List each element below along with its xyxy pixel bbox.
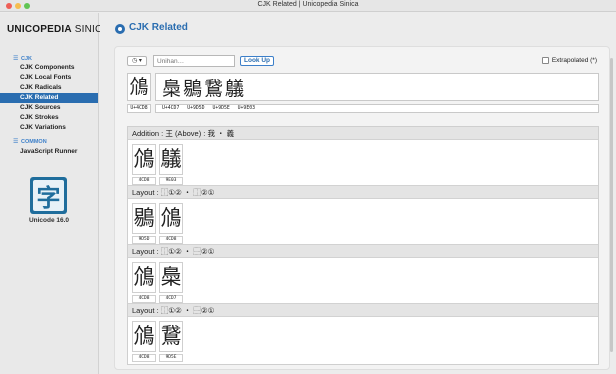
list-icon: ☰: [13, 56, 19, 62]
look-up-button[interactable]: Look Up: [240, 56, 274, 66]
related-code-point: U+9D5D: [187, 106, 205, 111]
result-code: 9D5D: [132, 236, 156, 244]
result-glyph[interactable]: 䲷: [159, 262, 183, 293]
sidebar-item-javascript-runner[interactable]: JavaScript Runner: [0, 147, 98, 157]
section-header-layout: Layout : ⿰①② ・ ⿱②①: [128, 244, 598, 258]
list-icon: ☰: [13, 139, 19, 145]
sidebar-item-cjk-components[interactable]: CJK Components: [0, 63, 98, 73]
app-logo: 字: [30, 177, 67, 214]
scrollbar[interactable]: [610, 58, 613, 352]
related-panel: ◷ ▾ Look Up Extrapolated (*) 䲸 䲷 鶍 鵞 鸃 U…: [114, 46, 610, 370]
sidebar-item-cjk-strokes[interactable]: CJK Strokes: [0, 113, 98, 123]
result-code: 4CD8: [132, 295, 156, 303]
sidebar-section-common: ☰ COMMON: [13, 139, 47, 145]
result-code: 4CD8: [159, 236, 183, 244]
related-character[interactable]: 鵞: [204, 74, 223, 101]
extrapolated-label: Extrapolated (*): [551, 57, 597, 64]
window-title: CJK Related | Unicopedia Sinica: [257, 1, 359, 8]
related-code-points: U+4CD7 U+9D5D U+9D5E U+9E03: [155, 104, 599, 113]
sidebar-item-cjk-sources[interactable]: CJK Sources: [0, 103, 98, 113]
result-glyph[interactable]: 䲸: [132, 262, 156, 293]
logo-glyph: 字: [33, 180, 64, 212]
related-code-point: U+9E03: [237, 106, 255, 111]
result-glyph[interactable]: 鶍: [132, 203, 156, 234]
result-glyph[interactable]: 鸃: [159, 144, 183, 175]
history-button[interactable]: ◷ ▾: [127, 56, 147, 66]
section-header-layout: Layout : ⿰①② ・ ⿱②①: [128, 303, 598, 317]
app-brand: UNICOPEDIA SINICA: [7, 24, 110, 35]
sidebar-section-cjk: ☰ CJK: [13, 56, 33, 62]
section-radio-icon[interactable]: [115, 24, 125, 34]
result-glyph[interactable]: 鵞: [159, 321, 183, 352]
related-code-point: U+9D5E: [212, 106, 230, 111]
related-character[interactable]: 鸃: [225, 74, 244, 101]
related-code-point: U+4CD7: [162, 106, 180, 111]
sidebar-item-cjk-variations[interactable]: CJK Variations: [0, 123, 98, 133]
result-code: 9D5E: [159, 354, 183, 362]
extrapolated-checkbox[interactable]: [541, 57, 549, 64]
result-code: 9E03: [159, 177, 183, 185]
sidebar-item-cjk-radicals[interactable]: CJK Radicals: [0, 83, 98, 93]
result-glyph[interactable]: 䲸: [159, 203, 183, 234]
title-bar: CJK Related | Unicopedia Sinica: [0, 0, 616, 12]
result-glyph[interactable]: 䲸: [132, 321, 156, 352]
search-input[interactable]: [153, 55, 235, 67]
result-glyph[interactable]: 䲸: [132, 144, 156, 175]
results-list[interactable]: Addition : 王 (Above) : 我 ・ 義 䲸 4CD8 鸃 9E…: [127, 126, 599, 365]
sidebar-item-cjk-local-fonts[interactable]: CJK Local Fonts: [0, 73, 98, 83]
related-character[interactable]: 鶍: [183, 74, 202, 101]
section-header-addition: Addition : 王 (Above) : 我 ・ 義: [128, 127, 598, 140]
sidebar: UNICOPEDIA SINICA ☰ CJK CJK Components CJ…: [0, 13, 109, 374]
sidebar-item-cjk-related[interactable]: CJK Related: [0, 93, 98, 103]
related-characters: 䲷 鶍 鵞 鸃: [155, 73, 599, 101]
related-character[interactable]: 䲷: [162, 74, 181, 101]
page-title: CJK Related: [129, 22, 188, 33]
unicode-version: Unicode 16.0: [28, 217, 70, 224]
extrapolated-toggle[interactable]: Extrapolated (*): [541, 57, 597, 64]
result-code: 4CD7: [159, 295, 183, 303]
section-header-layout: Layout : ⿰①② ・ ⿰②①: [128, 185, 598, 199]
result-code: 4CD8: [132, 177, 156, 185]
main-content: CJK Related ◷ ▾ Look Up Extrapolated (*)…: [100, 13, 616, 374]
result-code: 4CD8: [132, 354, 156, 362]
current-code-point: U+4CD8: [127, 104, 151, 113]
current-character: 䲸: [127, 73, 151, 101]
